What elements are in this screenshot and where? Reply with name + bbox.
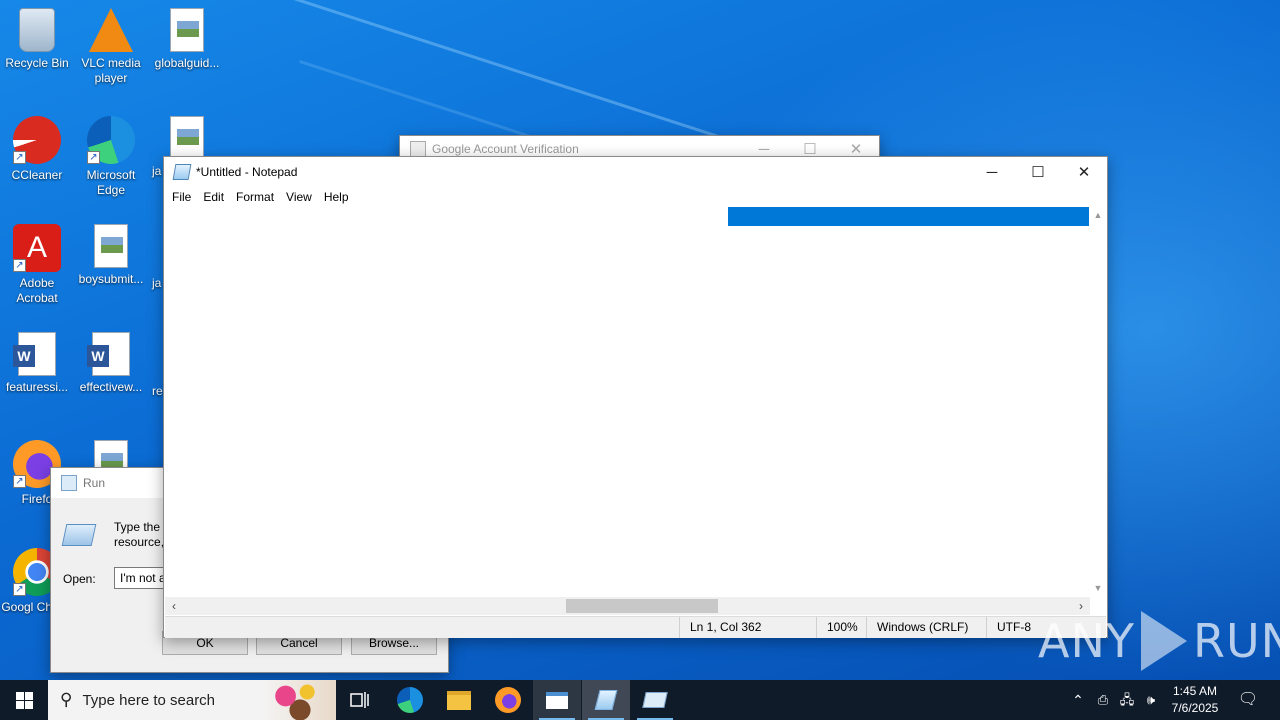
- tray-device-icon[interactable]: ⎙: [1092, 680, 1114, 720]
- menu-view[interactable]: View: [280, 187, 318, 207]
- scroll-down-icon[interactable]: ▼: [1089, 580, 1107, 597]
- menu-help[interactable]: Help: [318, 187, 355, 207]
- status-bar: Ln 1, Col 362 100% Windows (CRLF) UTF-8: [165, 616, 1106, 638]
- desktop-icon-label: CCleaner: [11, 168, 63, 182]
- minimize-button[interactable]: ─: [969, 157, 1015, 187]
- desktop-icon-label: featuressi...: [5, 380, 69, 394]
- desktop-icon-globalguid[interactable]: globalguid...: [149, 2, 225, 71]
- volume-icon[interactable]: 🕪: [1140, 680, 1162, 720]
- run-description: Type the resource,: [114, 520, 164, 549]
- clock-time: 1:45 AM: [1172, 684, 1218, 698]
- watermark-left: ANY: [1038, 614, 1135, 668]
- image-file-icon: [94, 224, 128, 268]
- run-icon: [642, 692, 668, 708]
- taskbar-file-explorer[interactable]: [435, 680, 483, 720]
- menu-file[interactable]: File: [166, 187, 197, 207]
- taskbar: ⚲ Type here to search ⌃ ⎙ 🖧 🕪 1:45 AM 7/: [0, 680, 1280, 720]
- play-triangle-icon: [1140, 611, 1187, 671]
- recycle-bin-icon: [19, 8, 55, 52]
- desktop-icon-ccleaner[interactable]: ↗ CCleaner: [0, 110, 75, 183]
- notification-icon: 🗨: [1237, 691, 1259, 708]
- network-icon[interactable]: 🖧: [1115, 680, 1139, 720]
- horizontal-scrollbar[interactable]: ‹ ›: [165, 597, 1090, 615]
- firefox-icon: [495, 687, 521, 713]
- desktop-icon-label: boysubmit...: [78, 272, 144, 286]
- desktop-icon-label: globalguid...: [154, 56, 220, 70]
- desktop-icon-boysubmit[interactable]: boysubmit...: [73, 218, 149, 287]
- desktop-icon-effectivew[interactable]: W effectivew...: [73, 326, 149, 395]
- desktop-icon-recycle-bin[interactable]: Recycle Bin: [0, 2, 75, 71]
- desktop-icon-edge[interactable]: ↗ Microsoft Edge: [73, 110, 149, 198]
- anyrun-watermark: ANY RUN: [1038, 608, 1280, 674]
- search-box[interactable]: ⚲ Type here to search: [48, 680, 336, 720]
- search-placeholder: Type here to search: [82, 691, 216, 709]
- taskbar-firefox[interactable]: [484, 680, 532, 720]
- edge-icon: ↗: [87, 116, 135, 164]
- line-endings: Windows (CRLF): [866, 617, 986, 638]
- desktop: Recycle Bin ↗ CCleaner A ↗ Adobe Acrobat …: [0, 0, 1280, 680]
- taskbar-edge[interactable]: [386, 680, 434, 720]
- image-file-icon: [170, 116, 204, 160]
- windows-logo-icon: [15, 691, 33, 709]
- taskbar-run[interactable]: [631, 680, 679, 720]
- file-explorer-icon: [447, 690, 471, 710]
- scroll-up-icon[interactable]: ▲: [1089, 207, 1107, 224]
- run-app-icon: [546, 691, 568, 709]
- open-label: Open:: [63, 572, 96, 586]
- search-highlight-image: [264, 680, 336, 720]
- zoom-level: 100%: [816, 617, 866, 638]
- horizontal-scroll-thumb[interactable]: [566, 599, 718, 613]
- task-view-button[interactable]: [336, 680, 384, 720]
- ccleaner-icon: ↗: [13, 116, 61, 164]
- notepad-icon: [172, 164, 192, 180]
- run-icon: [61, 475, 77, 491]
- desktop-icon-adobe-acrobat[interactable]: A ↗ Adobe Acrobat: [0, 218, 75, 306]
- desktop-icon-label: effectivew...: [79, 380, 143, 394]
- clock-date: 7/6/2025: [1171, 701, 1219, 715]
- taskbar-clock[interactable]: 1:45 AM 7/6/2025: [1160, 683, 1230, 717]
- cursor-position: Ln 1, Col 362: [679, 617, 816, 638]
- watermark-right: RUN: [1192, 614, 1280, 668]
- chevron-up-icon: ⌃: [1072, 692, 1084, 708]
- menu-edit[interactable]: Edit: [197, 187, 230, 207]
- desktop-icon-label: Microsoft Edge: [86, 168, 136, 197]
- scroll-left-icon[interactable]: ‹: [165, 597, 183, 615]
- window-title: Google Account Verification: [432, 142, 579, 156]
- image-file-icon: [170, 8, 204, 52]
- desktop-icon-label: Adobe Acrobat: [16, 276, 58, 305]
- show-hidden-icons-button[interactable]: ⌃: [1066, 680, 1090, 720]
- window-titlebar[interactable]: *Untitled - Notepad ─ ☐ ✕: [164, 157, 1107, 187]
- taskbar-run-window[interactable]: [533, 680, 581, 720]
- adobe-acrobat-icon: A ↗: [13, 224, 61, 272]
- text-editor[interactable]: [165, 207, 1089, 597]
- word-document-icon: W: [87, 332, 130, 376]
- search-icon: ⚲: [60, 690, 73, 709]
- edge-icon: [397, 687, 423, 713]
- window-title: *Untitled - Notepad: [196, 165, 298, 179]
- word-document-icon: W: [13, 332, 56, 376]
- text-selection: [728, 207, 1089, 226]
- notifications-button[interactable]: 🗨: [1232, 680, 1264, 720]
- run-program-icon: [61, 524, 97, 546]
- close-button[interactable]: ✕: [1061, 157, 1107, 187]
- start-button[interactable]: [0, 680, 48, 720]
- notepad-window[interactable]: *Untitled - Notepad ─ ☐ ✕ File Edit Form…: [163, 156, 1108, 638]
- desktop-icon-label: VLC media player: [81, 56, 141, 85]
- desktop-icon-label: Recycle Bin: [5, 56, 69, 70]
- window-app-icon: [410, 141, 426, 157]
- vertical-scrollbar[interactable]: ▲ ▼: [1089, 207, 1107, 597]
- menu-format[interactable]: Format: [230, 187, 280, 207]
- menu-bar: File Edit Format View Help: [164, 187, 1107, 207]
- desktop-icon-vlc[interactable]: VLC media player: [73, 2, 149, 86]
- vlc-cone-icon: [89, 8, 133, 52]
- task-view-icon: [350, 692, 369, 708]
- notepad-icon: [594, 690, 618, 710]
- desktop-icon-featuressi[interactable]: W featuressi...: [0, 326, 75, 395]
- maximize-button[interactable]: ☐: [1015, 157, 1061, 187]
- taskbar-notepad[interactable]: [582, 680, 630, 720]
